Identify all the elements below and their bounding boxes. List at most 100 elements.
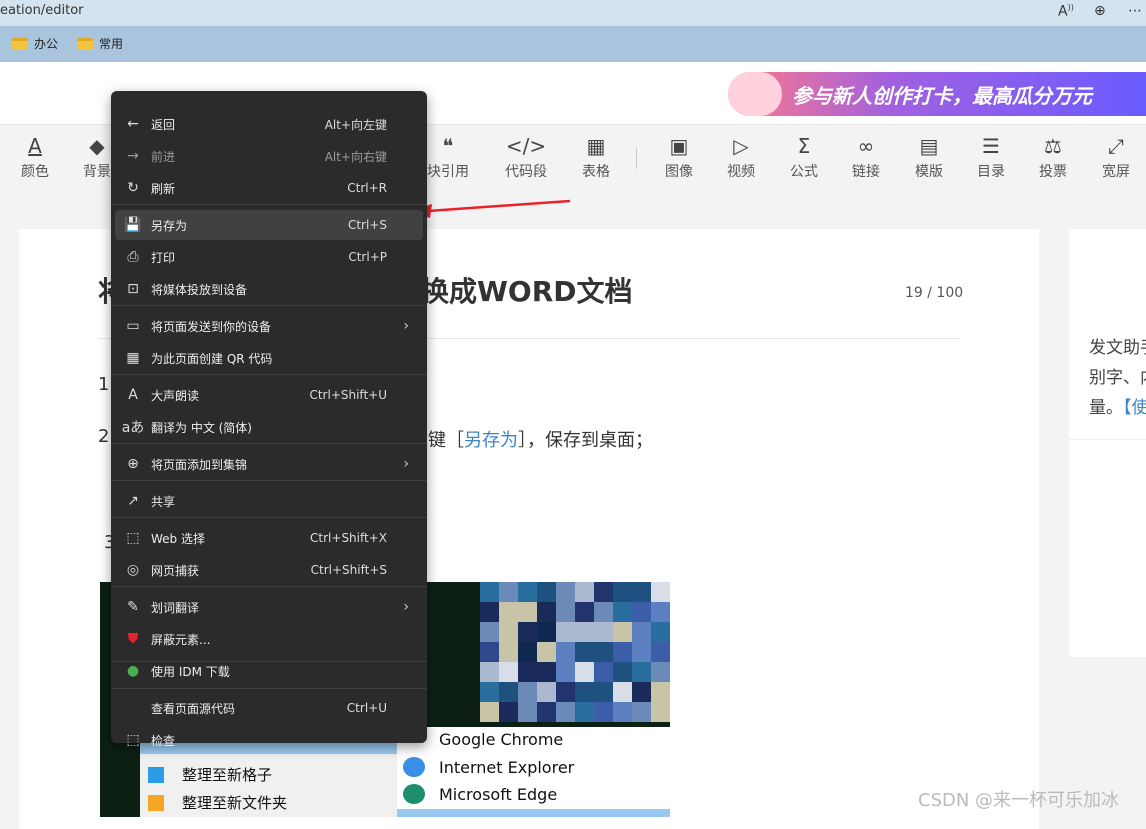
mosaic-cell (651, 602, 670, 622)
tool-image[interactable]: ▣ 图像 (651, 133, 707, 181)
menu-item-shortcut: Ctrl+U (346, 701, 387, 715)
menu-separator (111, 443, 427, 444)
panel-divider (1069, 439, 1146, 440)
bookmark-folder-office[interactable]: 办公 (12, 35, 58, 52)
address-bar[interactable]: eation/editor A)) ⊕ ⋯ (0, 0, 1146, 26)
web-capture-icon: ◎ (126, 562, 140, 578)
mosaic-cell (537, 642, 556, 662)
menu-item-label: 共享 (151, 494, 176, 509)
menu-item-add-to-collections[interactable]: ⊕ 将页面添加到集锦 › (115, 449, 423, 479)
save-as-link[interactable]: 另存为 (464, 430, 518, 451)
menu-separator (111, 586, 427, 587)
menu-separator (111, 204, 427, 205)
tool-label: 投票 (1039, 164, 1067, 180)
menu-item-label: 查看页面源代码 (151, 701, 236, 716)
paragraph-step2[interactable]: 键［另存为］，保存到桌面； (428, 426, 653, 452)
tool-vote[interactable]: ⚖ 投票 (1025, 133, 1081, 181)
chevron-right-icon: › (403, 318, 409, 334)
print-icon: ⎙ (127, 249, 139, 265)
mosaic-cell (632, 682, 651, 702)
menu-item-label: 将媒体投放到设备 (151, 282, 248, 297)
sigma-icon: Σ (797, 134, 811, 158)
image-icon: ▣ (669, 134, 689, 158)
menu-item-view-source[interactable]: 查看页面源代码 Ctrl+U (115, 693, 423, 723)
promo-banner[interactable]: 参与新人创作打卡，最高瓜分万元 (728, 72, 1146, 116)
mosaic-cell (499, 662, 518, 682)
tool-widescreen[interactable]: ⤢ 宽屏 (1088, 133, 1144, 181)
menu-item-web-capture[interactable]: ◎ 网页捕获 Ctrl+Shift+S (115, 555, 423, 585)
article-title[interactable]: 换成WORD文档 (421, 270, 633, 310)
zoom-icon[interactable]: ⊕ (1094, 3, 1106, 19)
menu-item-print[interactable]: ⎙ 打印 Ctrl+P (115, 242, 423, 272)
bookmarks-bar: 办公 常用 (0, 26, 1146, 62)
mosaic-cell (613, 682, 632, 702)
mosaic-cell (575, 602, 594, 622)
table-icon: ▦ (586, 134, 606, 158)
grid-icon (148, 766, 164, 783)
menu-item-inspect[interactable]: ⬚ 检查 (115, 725, 423, 755)
menu-item-read-aloud[interactable]: A 大声朗读 Ctrl+Shift+U (115, 380, 423, 410)
tool-label: 视频 (727, 164, 755, 180)
mosaic-cell (518, 662, 537, 682)
menu-item-back[interactable]: ← 返回 Alt+向左键 (115, 109, 423, 139)
screenshot-menu-item: 整理至新文件夹 (148, 792, 287, 813)
menu-item-cast-media[interactable]: ⊡ 将媒体投放到设备 (115, 274, 423, 304)
tool-label: 颜色 (21, 164, 49, 180)
bookmark-folder-common[interactable]: 常用 (77, 35, 123, 52)
menu-item-forward[interactable]: → 前进 Alt+向右键 (115, 141, 423, 171)
assistant-link[interactable]: 【使 (1123, 398, 1146, 418)
folder-plus-icon (148, 794, 164, 811)
mosaic-cell (575, 582, 594, 602)
arrow-left-icon: ← (127, 116, 139, 132)
collections-icon: ⊕ (127, 456, 139, 472)
menu-item-label: Web 选择 (151, 531, 205, 546)
menu-item-label: 使用 IDM 下载 (151, 664, 230, 679)
menu-item-idm-download[interactable]: ● 使用 IDM 下载 (115, 656, 423, 686)
menu-item-send-to-devices[interactable]: ▭ 将页面发送到你的设备 › (115, 311, 423, 341)
menu-item-block-element[interactable]: ⛊ 屏蔽元素... (115, 624, 423, 654)
address-url[interactable]: eation/editor (0, 3, 84, 18)
mosaic-cell (518, 682, 537, 702)
menu-item-label: 前进 (151, 149, 176, 164)
menu-item-translate[interactable]: aあ 翻译为 中文 (简体) (115, 412, 423, 442)
menu-item-refresh[interactable]: ↻ 刷新 Ctrl+R (115, 173, 423, 203)
tool-color[interactable]: A 颜色 (7, 133, 63, 181)
menu-item-shortcut: Alt+向左键 (324, 117, 387, 132)
mosaic-cell (537, 662, 556, 682)
menu-item-share[interactable]: ↗ 共享 (115, 486, 423, 516)
menu-item-save-as[interactable]: 💾 另存为 Ctrl+S (115, 210, 423, 240)
link-icon: ∞ (857, 134, 875, 158)
menu-item-web-select[interactable]: ⬚ Web 选择 Ctrl+Shift+X (115, 523, 423, 553)
menu-item-word-translate[interactable]: ✎ 划词翻译 › (115, 592, 423, 622)
arrow-right-icon: → (127, 148, 139, 164)
edge-icon (403, 784, 425, 804)
tool-toc[interactable]: ☰ 目录 (963, 133, 1019, 181)
template-icon: ▤ (919, 134, 939, 158)
tool-link[interactable]: ∞ 链接 (838, 133, 894, 181)
chevron-right-icon: › (403, 599, 409, 615)
mosaic-cell (613, 602, 632, 622)
mosaic-cell (537, 602, 556, 622)
read-aloud-icon[interactable]: A)) (1058, 3, 1074, 20)
tool-blockquote[interactable]: ❝ 块引用 (420, 133, 476, 181)
tool-code[interactable]: </> 代码段 (498, 133, 554, 181)
mosaic-cell (556, 602, 575, 622)
tool-formula[interactable]: Σ 公式 (776, 133, 832, 181)
tool-table[interactable]: ▦ 表格 (568, 133, 624, 181)
cast-icon: ⊡ (127, 281, 139, 297)
mosaic-cell (632, 642, 651, 662)
screenshot-menu-label: 整理至新格子 (182, 766, 273, 784)
tool-template[interactable]: ▤ 模版 (901, 133, 957, 181)
menu-item-label: 将页面添加到集锦 (151, 457, 248, 472)
menu-item-create-qr-code[interactable]: ▦ 为此页面创建 QR 代码 (115, 343, 423, 373)
more-icon[interactable]: ⋯ (1128, 3, 1142, 19)
tool-label: 目录 (977, 164, 1005, 180)
qr-code-icon: ▦ (126, 350, 140, 366)
mosaic-cell (537, 702, 556, 722)
mosaic-cell (613, 662, 632, 682)
tool-video[interactable]: ▷ 视频 (713, 133, 769, 181)
ie-icon (403, 757, 425, 777)
screenshot-menu-item: 整理至新格子 (148, 764, 272, 785)
screenshot-app-label: Internet Explorer (439, 757, 575, 777)
tool-label: 表格 (582, 164, 610, 180)
